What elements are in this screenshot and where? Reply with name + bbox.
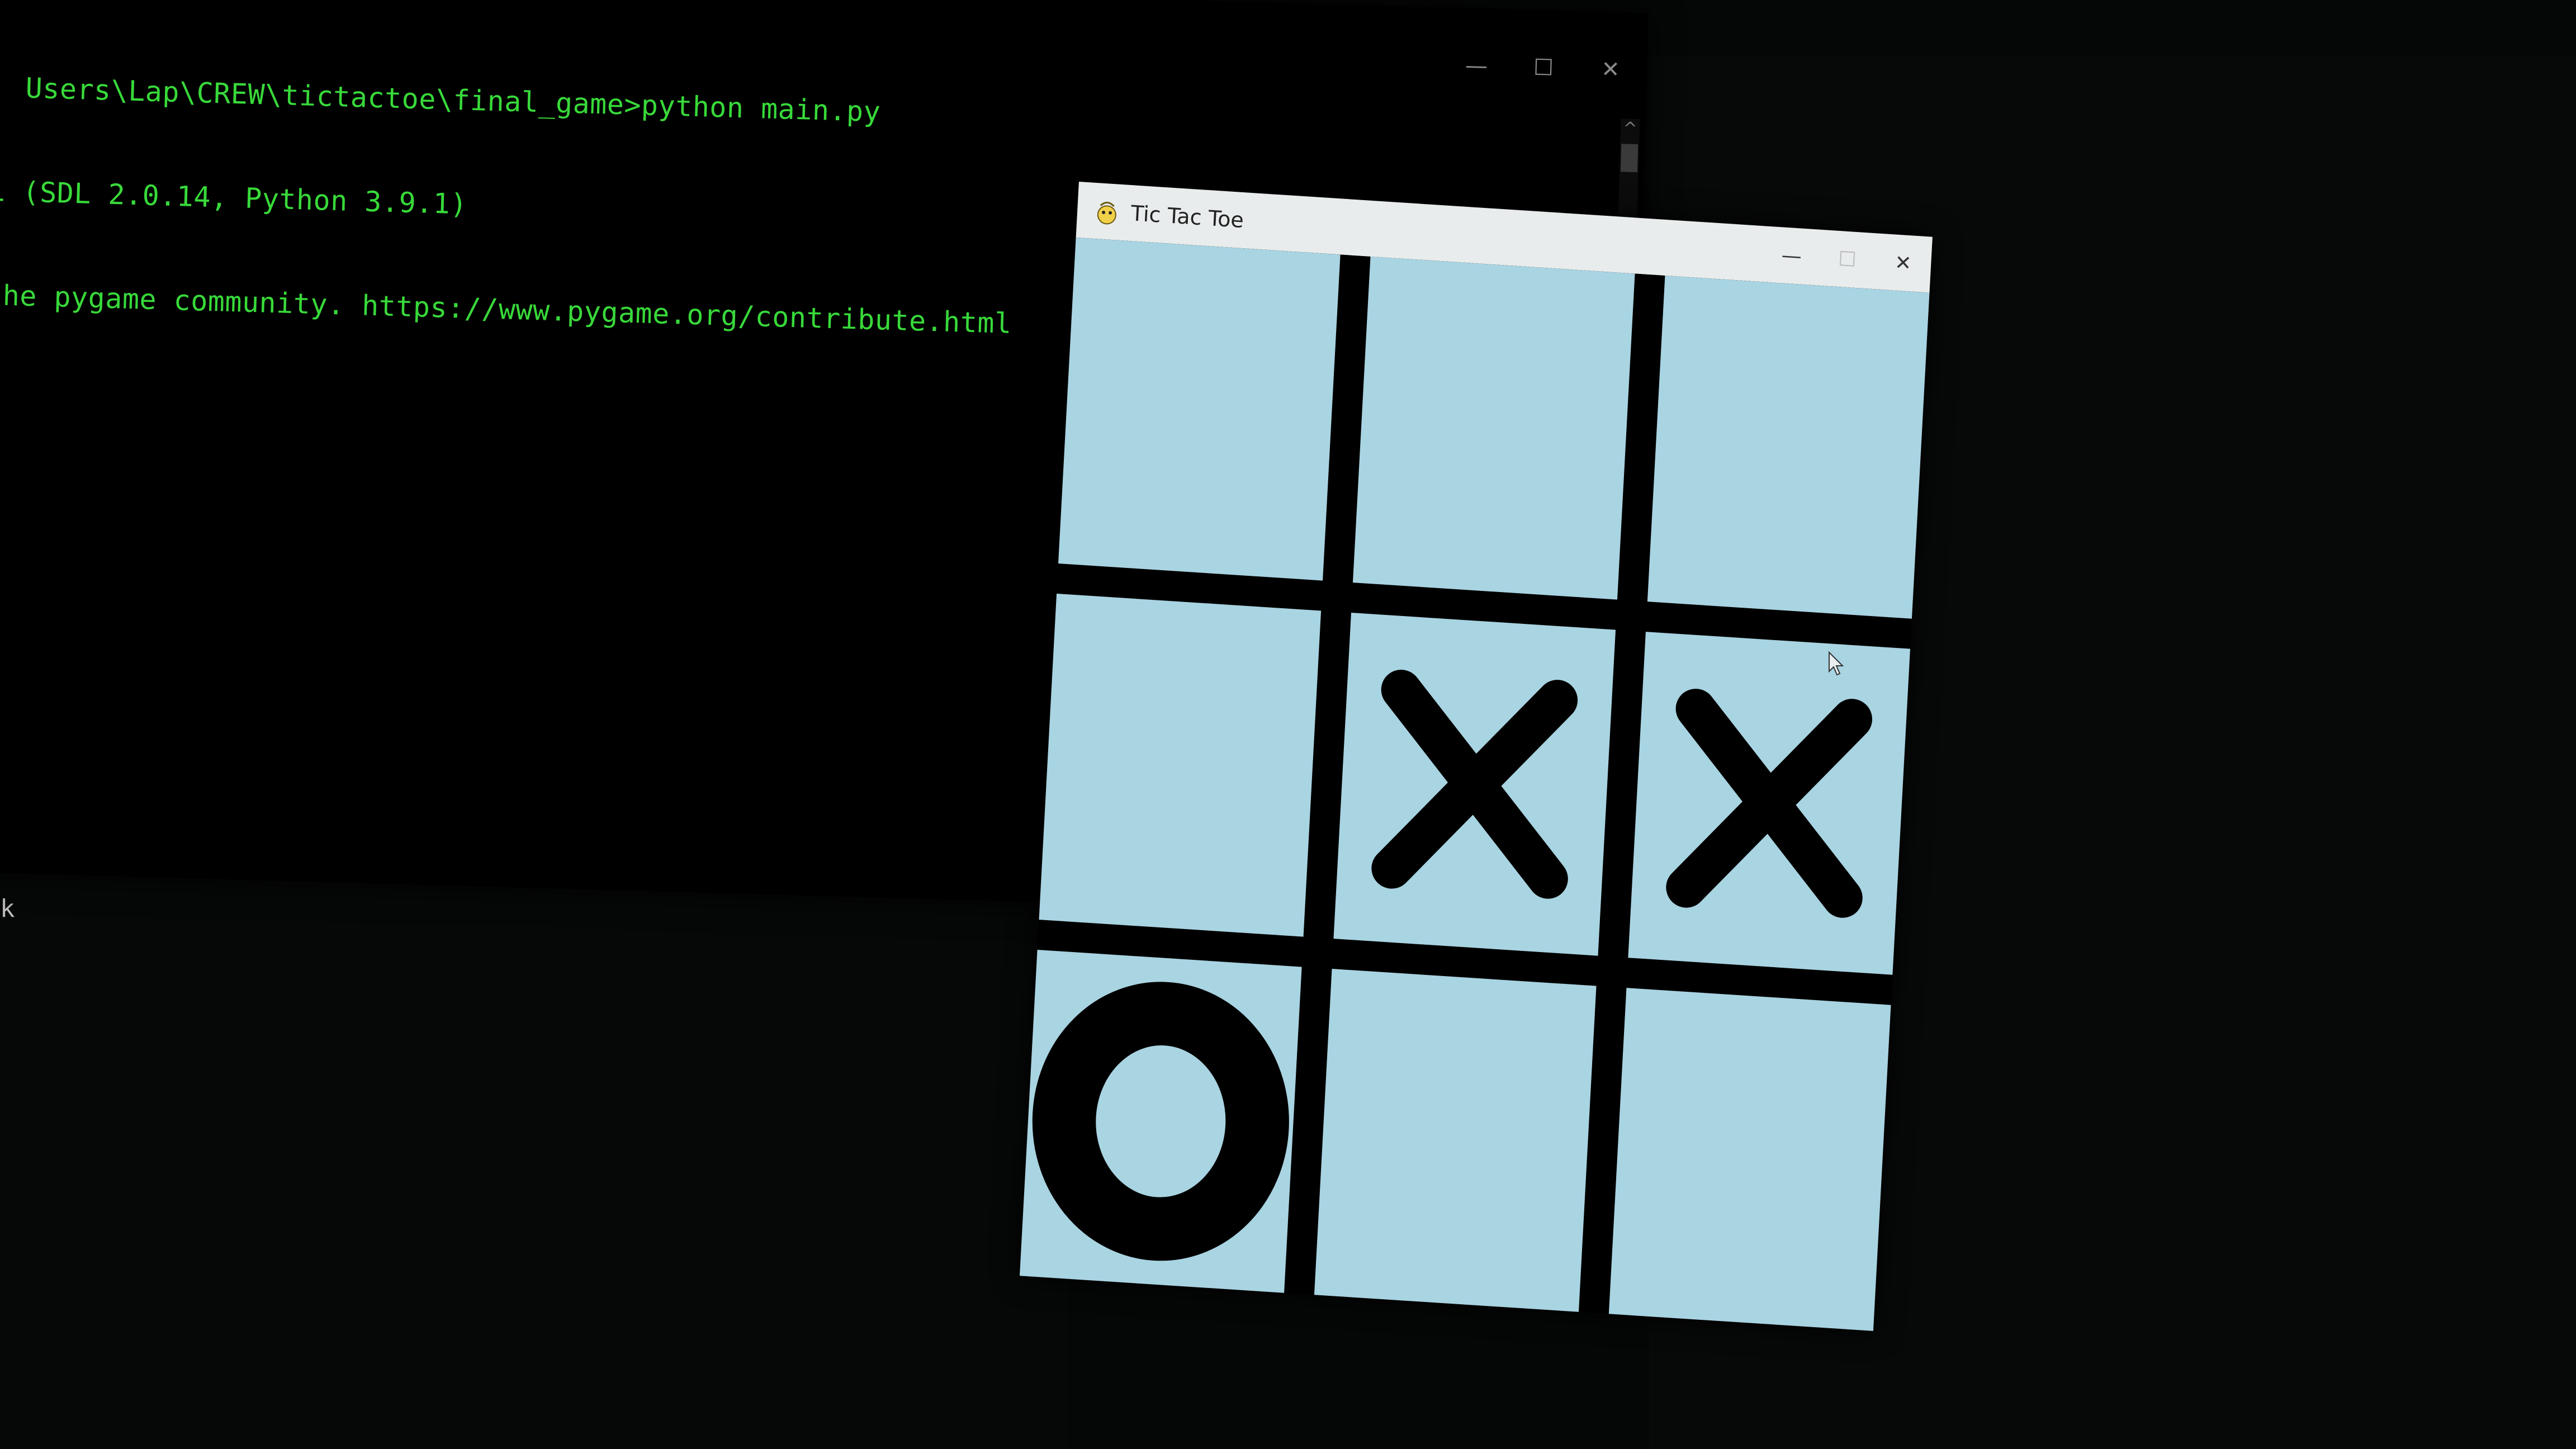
terminal-minimize-button[interactable]: — xyxy=(1462,53,1490,79)
scrollbar-thumb[interactable] xyxy=(1620,144,1639,173)
board-cell-r1-c1[interactable] xyxy=(1058,237,1341,581)
terminal-line-path: Users\Lap\CREW\tictactoe\final_game> xyxy=(0,70,642,122)
board-cell-r2-c2[interactable] xyxy=(1333,612,1616,956)
x-mark-icon xyxy=(1371,670,1578,899)
terminal-line-version: -1 (SDL 2.0.14, Python 3.9.1) xyxy=(0,174,468,221)
lower-terminal-prompt: k xyxy=(0,894,15,923)
pygame-snake-icon xyxy=(1093,196,1121,227)
board-cell-r2-c1[interactable] xyxy=(1039,593,1322,937)
game-board[interactable] xyxy=(1020,237,1930,1331)
terminal-close-button[interactable]: ✕ xyxy=(1596,56,1625,83)
board-cell-r1-c2[interactable] xyxy=(1352,256,1635,600)
terminal-command: python main.py xyxy=(641,89,882,129)
board-cell-r3-c1[interactable] xyxy=(1020,949,1302,1293)
terminal-line-community: the pygame community. https://www.pygame… xyxy=(0,278,1012,340)
game-window-title: Tic Tac Toe xyxy=(1130,201,1245,233)
o-mark-icon xyxy=(1032,982,1289,1261)
game-window-controls: — ☐ ✕ xyxy=(1763,243,1932,276)
game-minimize-button[interactable]: — xyxy=(1763,243,1820,269)
scroll-up-arrow-icon[interactable]: ^ xyxy=(1621,119,1640,139)
board-cell-r3-c2[interactable] xyxy=(1314,969,1597,1312)
lower-terminal-pane xyxy=(0,872,1068,1449)
x-mark-icon xyxy=(1666,689,1873,918)
board-cell-r2-c3[interactable] xyxy=(1628,632,1910,975)
game-close-button[interactable]: ✕ xyxy=(1874,250,1931,276)
terminal-maximize-button[interactable]: ☐ xyxy=(1529,55,1557,81)
board-cell-r3-c3[interactable] xyxy=(1608,988,1891,1331)
game-window[interactable]: Tic Tac Toe — ☐ ✕ xyxy=(1020,182,1933,1331)
game-maximize-button[interactable]: ☐ xyxy=(1819,246,1876,272)
board-cell-r1-c3[interactable] xyxy=(1647,276,1930,619)
terminal-output: Users\Lap\CREW\tictactoe\final_game>pyth… xyxy=(0,0,1020,410)
mouse-cursor-icon xyxy=(1829,651,1844,676)
terminal-window-controls: — ☐ ✕ xyxy=(1462,53,1625,83)
